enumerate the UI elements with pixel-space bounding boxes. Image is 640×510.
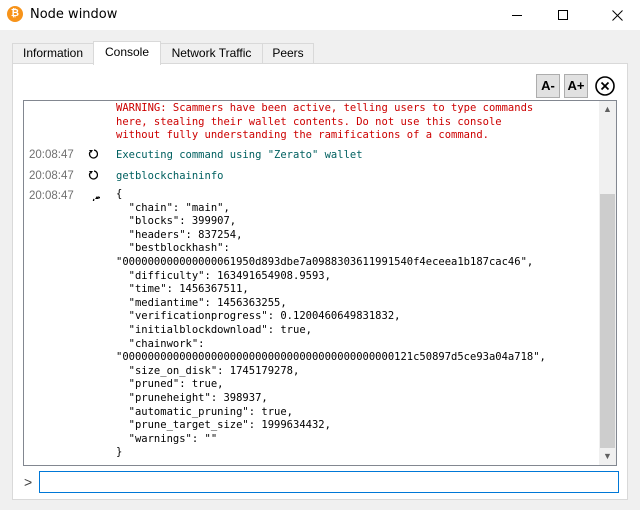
console-scrollbar[interactable]: ▲ ▼ bbox=[599, 101, 616, 465]
console-warning: WARNING: Scammers have been active, tell… bbox=[116, 102, 534, 142]
clear-console-button[interactable] bbox=[594, 75, 616, 97]
font-decrease-button[interactable]: A- bbox=[536, 74, 560, 98]
tab-peers[interactable]: Peers bbox=[262, 43, 314, 64]
timestamp: 20:08:47 bbox=[29, 149, 74, 161]
console-reply: { "chain": "main", "blocks": 399907, "he… bbox=[116, 188, 546, 459]
console-command-line: getblockchaininfo bbox=[116, 170, 224, 182]
tab-network-traffic[interactable]: Network Traffic bbox=[160, 43, 263, 64]
command-icon bbox=[88, 170, 99, 180]
close-icon bbox=[611, 9, 623, 21]
console-info-line: Executing command using "Zerato" wallet bbox=[116, 149, 363, 161]
console-output[interactable]: WARNING: Scammers have been active, tell… bbox=[23, 100, 617, 466]
bitcoin-icon: ₿ bbox=[7, 6, 23, 22]
timestamp: 20:08:47 bbox=[29, 190, 74, 202]
clear-console-icon bbox=[595, 76, 615, 96]
font-increase-button[interactable]: A+ bbox=[564, 74, 588, 98]
title-bar: ₿ Node window bbox=[0, 0, 640, 30]
scroll-down-arrow-icon[interactable]: ▼ bbox=[599, 448, 616, 465]
reply-icon bbox=[92, 196, 100, 201]
tab-information[interactable]: Information bbox=[12, 43, 94, 64]
prompt-chevron-icon: > bbox=[24, 474, 33, 490]
close-button[interactable] bbox=[594, 0, 640, 30]
minimize-button[interactable] bbox=[494, 0, 540, 30]
scroll-up-arrow-icon[interactable]: ▲ bbox=[599, 101, 616, 118]
timestamp: 20:08:47 bbox=[29, 170, 74, 182]
tab-console[interactable]: Console bbox=[93, 41, 161, 65]
maximize-button[interactable] bbox=[540, 0, 586, 30]
console-input[interactable] bbox=[39, 471, 619, 493]
scrollbar-thumb[interactable] bbox=[600, 194, 615, 448]
maximize-icon bbox=[558, 10, 568, 20]
minimize-icon bbox=[512, 14, 522, 16]
window-title: Node window bbox=[30, 7, 118, 22]
reply-icon bbox=[88, 149, 99, 159]
